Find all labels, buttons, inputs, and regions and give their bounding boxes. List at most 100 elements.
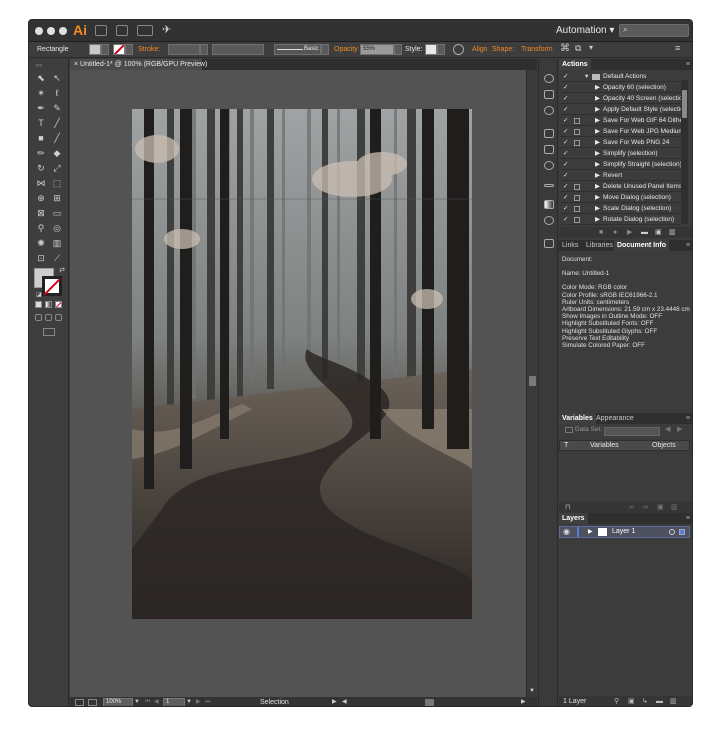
selection-tool-icon[interactable]: ⬉ bbox=[35, 73, 47, 83]
scroll-right-icon[interactable]: ▶ bbox=[521, 697, 526, 706]
trash-icon[interactable]: ▥ bbox=[669, 227, 676, 238]
stroke-icon[interactable] bbox=[544, 184, 554, 187]
expand-triangle-icon[interactable]: ▶ bbox=[595, 116, 600, 125]
stroke-dropdown[interactable] bbox=[125, 44, 133, 55]
list-item[interactable]: ✓ ▶Apply Default Style (selection) bbox=[561, 105, 681, 115]
toggle-check-icon[interactable]: ✓ bbox=[563, 160, 571, 169]
previous-data-set-icon[interactable]: ◀ bbox=[665, 425, 670, 433]
blend-tool-icon[interactable]: ◎ bbox=[51, 223, 63, 233]
list-item[interactable]: ✓ ▶ Opacity 60 (selection) bbox=[561, 83, 681, 93]
toggle-check-icon[interactable]: ✓ bbox=[563, 83, 571, 92]
new-sublayer-icon[interactable]: ↳ bbox=[642, 696, 648, 706]
next-data-set-icon[interactable]: ▶ bbox=[677, 425, 682, 433]
list-item[interactable]: ✓ ▶ Delete Unused Panel Items bbox=[561, 182, 681, 192]
type-column-header[interactable]: T bbox=[564, 441, 568, 451]
list-item[interactable]: ✓ ▶ Rotate Dialog (selection) bbox=[561, 215, 681, 225]
collapse-toolbox-icon[interactable]: «« bbox=[33, 61, 45, 71]
paintbrush-tool-icon[interactable]: ╱ bbox=[51, 133, 63, 143]
record-icon[interactable]: ● bbox=[613, 227, 617, 238]
appearance-icon[interactable] bbox=[544, 74, 554, 83]
chevron-down-icon[interactable]: ▾ bbox=[585, 72, 588, 81]
objects-column-header[interactable]: Objects bbox=[652, 441, 676, 451]
dialog-toggle-icon[interactable] bbox=[574, 118, 580, 124]
horizontal-scroll-thumb[interactable] bbox=[425, 699, 434, 706]
stroke-link[interactable]: Stroke: bbox=[138, 46, 160, 53]
expand-triangle-icon[interactable]: ▶ bbox=[595, 105, 600, 114]
status-menu-icon[interactable]: ▶ bbox=[332, 697, 337, 706]
arrange-documents-icon[interactable] bbox=[137, 25, 153, 36]
close-tab-icon[interactable]: × bbox=[74, 61, 78, 68]
align-link[interactable]: Align bbox=[472, 46, 488, 53]
type-tool-icon[interactable]: T bbox=[35, 118, 47, 128]
bridge-icon[interactable] bbox=[95, 25, 107, 36]
isolate-selected-icon[interactable]: ⌘ bbox=[560, 43, 570, 54]
tab-document-info[interactable]: Document Info bbox=[614, 240, 669, 251]
expand-triangle-icon[interactable]: ▶ bbox=[595, 204, 600, 213]
tab-layers[interactable]: Layers bbox=[559, 513, 588, 524]
play-icon[interactable]: ▶ bbox=[627, 227, 632, 238]
vertical-scroll-thumb[interactable] bbox=[529, 376, 536, 386]
expand-triangle-icon[interactable]: ▶ bbox=[595, 83, 600, 92]
previous-artboard-icon[interactable]: ◀ bbox=[154, 697, 159, 706]
toggle-check-icon[interactable]: ✓ bbox=[563, 171, 571, 180]
free-transform-tool-icon[interactable]: ⬚ bbox=[51, 178, 63, 188]
opacity-link[interactable]: Opacity bbox=[334, 46, 358, 53]
selection-indicator[interactable] bbox=[679, 529, 685, 535]
toggle-check-icon[interactable]: ✓ bbox=[563, 94, 571, 103]
toggle-check-icon[interactable]: ✓ bbox=[563, 138, 571, 147]
tab-variables[interactable]: Variables bbox=[559, 413, 596, 424]
dialog-toggle-icon[interactable] bbox=[574, 217, 580, 223]
brushes-icon[interactable] bbox=[544, 145, 554, 154]
vertical-scrollbar[interactable]: ▼ bbox=[526, 70, 537, 697]
target-icon[interactable] bbox=[669, 529, 675, 535]
scroll-left-icon[interactable]: ◀ bbox=[342, 697, 347, 706]
list-item[interactable]: ✓ ▶ Save For Web PNG 24 bbox=[561, 138, 681, 148]
stop-icon[interactable]: ■ bbox=[599, 227, 603, 238]
dialog-toggle-icon[interactable] bbox=[574, 140, 580, 146]
layer-name[interactable]: Layer 1 bbox=[612, 527, 635, 537]
list-item[interactable]: ✓ ▶Save For Web GIF 64 Dithered bbox=[561, 116, 681, 126]
control-menu-icon[interactable]: ≡ bbox=[675, 43, 680, 53]
artboard[interactable] bbox=[132, 109, 472, 619]
direct-selection-tool-icon[interactable]: ↖ bbox=[51, 73, 63, 83]
brush-definition-dropdown[interactable]: Basic bbox=[274, 44, 321, 55]
toggle-check-icon[interactable]: ✓ bbox=[563, 72, 571, 81]
expand-triangle-icon[interactable]: ▶ bbox=[595, 215, 600, 224]
canvas-area[interactable] bbox=[70, 70, 526, 697]
clipping-mask-icon[interactable]: ▣ bbox=[628, 696, 635, 706]
new-variable-icon[interactable]: ▣ bbox=[657, 502, 664, 513]
opacity-field[interactable]: 55% bbox=[360, 44, 394, 55]
symbol-sprayer-tool-icon[interactable]: ✺ bbox=[35, 238, 47, 248]
tab-appearance[interactable]: Appearance bbox=[593, 413, 637, 424]
document-tab[interactable]: × Untitled-1* @ 100% (RGB/GPU Preview) bbox=[70, 59, 207, 70]
rotate-tool-icon[interactable]: ↻ bbox=[35, 163, 47, 173]
variable-width-dropdown[interactable] bbox=[212, 44, 264, 55]
graphic-style-dropdown[interactable] bbox=[437, 44, 445, 55]
minimize-window-button[interactable] bbox=[47, 27, 55, 35]
dialog-toggle-icon[interactable] bbox=[574, 206, 580, 212]
scale-tool-icon[interactable]: ⤢ bbox=[51, 163, 63, 173]
symbols-icon[interactable] bbox=[544, 106, 554, 115]
zoom-dropdown-icon[interactable]: ▼ bbox=[134, 697, 140, 706]
expand-triangle-icon[interactable]: ▶ bbox=[595, 149, 600, 158]
trash-icon[interactable]: ▥ bbox=[671, 502, 678, 513]
close-window-button[interactable] bbox=[35, 27, 43, 35]
fill-dropdown[interactable] bbox=[101, 44, 109, 55]
data-set-dropdown[interactable] bbox=[604, 427, 660, 436]
toggle-check-icon[interactable]: ✓ bbox=[563, 215, 571, 224]
gradient-mode-icon[interactable] bbox=[45, 301, 52, 308]
curvature-tool-icon[interactable]: ✎ bbox=[51, 103, 63, 113]
dialog-toggle-icon[interactable] bbox=[574, 195, 580, 201]
default-colors-icon[interactable]: ◪ bbox=[33, 290, 45, 300]
tab-libraries[interactable]: Libraries bbox=[583, 240, 616, 251]
eyedropper-tool-icon[interactable]: ⚲ bbox=[35, 223, 47, 233]
select-similar-icon[interactable]: ⧉ bbox=[575, 43, 581, 54]
swap-fill-stroke-icon[interactable]: ⇄ bbox=[56, 266, 68, 276]
eye-icon[interactable]: ◉ bbox=[563, 527, 570, 537]
gradient-icon[interactable] bbox=[544, 200, 554, 209]
panel-menu-icon[interactable]: ≡ bbox=[686, 59, 690, 70]
tab-links[interactable]: Links bbox=[559, 240, 581, 251]
list-item[interactable]: ✓ ▶ Simplify Straight (selection) bbox=[561, 160, 681, 170]
expand-triangle-icon[interactable]: ▶ bbox=[595, 171, 600, 180]
draw-normal-icon[interactable] bbox=[35, 314, 42, 321]
